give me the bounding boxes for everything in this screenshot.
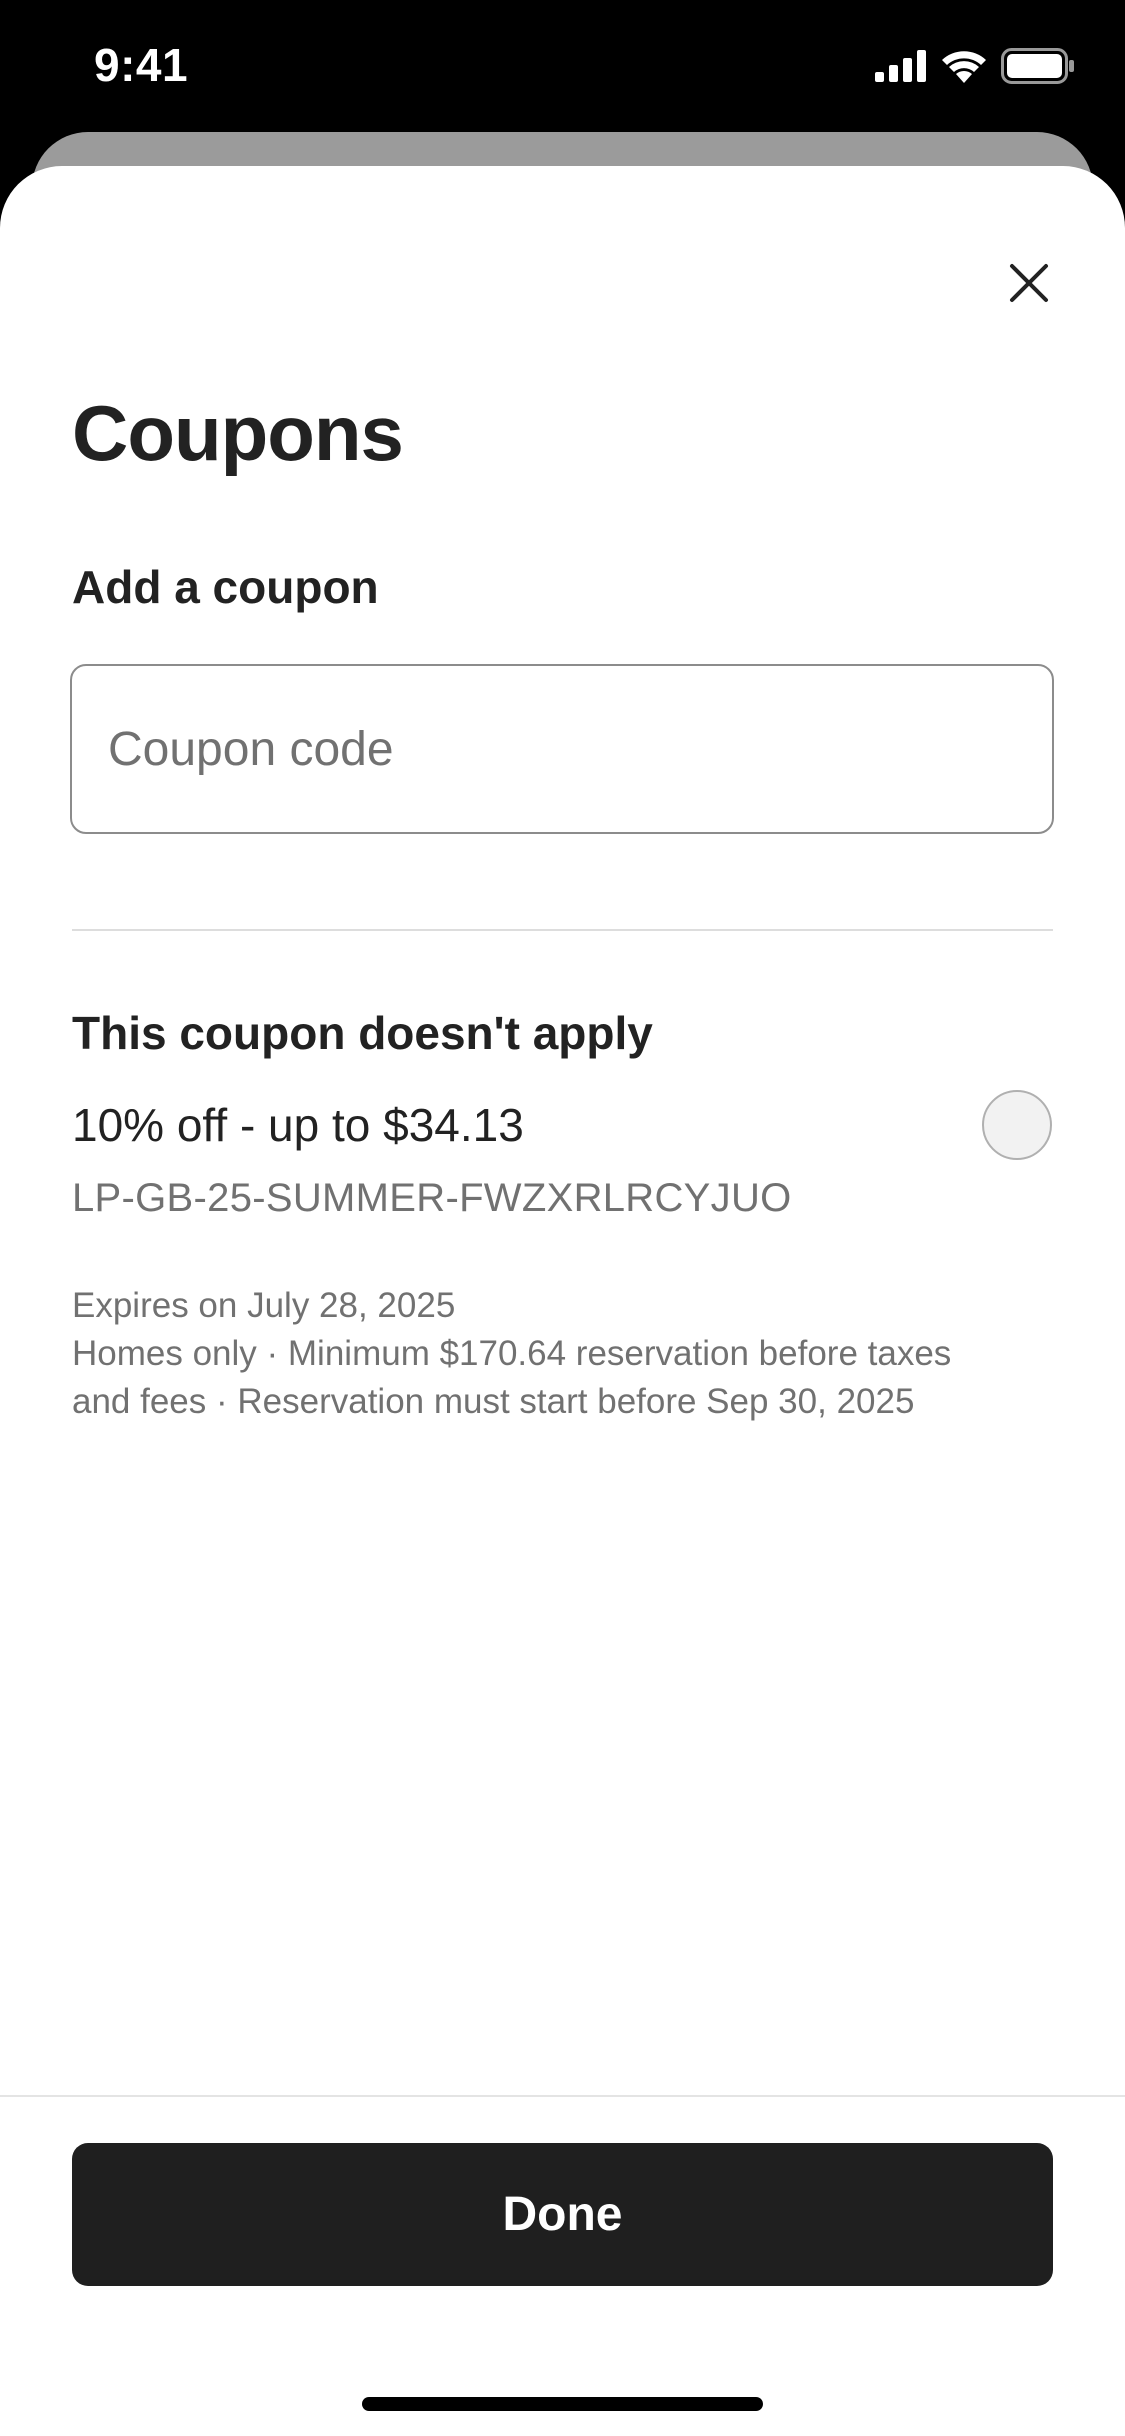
coupon-code-input[interactable] [70,664,1054,834]
status-time: 9:41 [94,39,189,91]
cellular-signal-icon [875,49,927,87]
page-title: Coupons [72,389,404,477]
status-icons [875,47,1075,89]
coupon-offer: 10% off - up to $34.13 [72,1099,524,1151]
coupons-screen: 9:41 Coupons Add a coupon Coupon code Th… [0,0,1125,2436]
coupon-code: LP-GB-25-SUMMER-FWZXRLRCYJUO [72,1176,792,1220]
footer-divider [0,2095,1125,2097]
wifi-icon [941,49,987,88]
add-coupon-heading: Add a coupon [72,561,379,613]
battery-icon [1001,47,1075,89]
done-button[interactable]: Done [72,2143,1053,2286]
coupon-details: Expires on July 28, 2025 Homes only · Mi… [72,1282,952,1426]
coupon-select-radio[interactable] [982,1090,1052,1160]
status-bar: 9:41 [0,0,1125,140]
coupon-terms: Homes only · Minimum $170.64 reservation… [72,1334,952,1421]
close-button[interactable] [994,250,1064,320]
section-divider [72,929,1053,931]
close-icon [1009,263,1049,308]
coupon-expiry: Expires on July 28, 2025 [72,1286,456,1325]
home-indicator [362,2397,763,2411]
coupon-status-heading: This coupon doesn't apply [72,1007,653,1059]
